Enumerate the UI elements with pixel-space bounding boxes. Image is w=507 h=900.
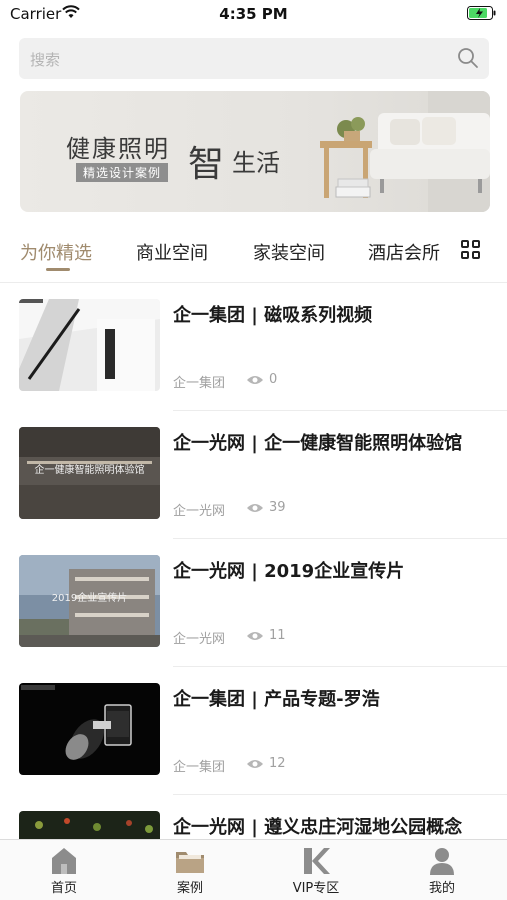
- feed-item-title[interactable]: 企一光网 | 2019企业宣传片: [173, 557, 503, 583]
- tabbar-cases-label: 案例: [176, 881, 203, 896]
- tabbar-vip-label: VIP专区: [292, 881, 340, 896]
- clock: 4:35 PM: [219, 5, 288, 23]
- eye-icon: [247, 376, 263, 384]
- status-bar: Carrier 4:35 PM: [0, 0, 507, 28]
- tabbar-vip[interactable]: VIP专区: [253, 840, 379, 900]
- active-tab-indicator: [46, 268, 70, 271]
- feed-item[interactable]: 企一集团 | 产品专题-罗浩 企一集团 12: [0, 667, 507, 795]
- feed-item-title[interactable]: 企一光网 | 企一健康智能照明体验馆: [173, 429, 503, 455]
- search-icon[interactable]: [457, 47, 479, 69]
- tabbar-profile[interactable]: 我的: [379, 840, 505, 900]
- thumbnail-caption: 企一健康智能照明体验馆: [34, 465, 145, 476]
- tabbar-cases[interactable]: 案例: [127, 840, 253, 900]
- feed-item[interactable]: 企一光网 | 遵义忠庄河湿地公园概念: [0, 795, 507, 839]
- banner-sofa-illustration: [320, 91, 490, 212]
- feed-item-views: 39: [269, 500, 286, 515]
- feed-item-source: 企一光网: [173, 632, 226, 647]
- video-thumbnail[interactable]: [19, 683, 160, 775]
- bottom-tab-bar: 首页 案例 VIP专区 我的: [0, 839, 507, 900]
- grid-menu-icon[interactable]: [461, 240, 481, 260]
- folder-icon: [176, 852, 204, 873]
- tab-hotel-club[interactable]: 酒店会所: [368, 239, 440, 265]
- category-tabs: 为你精选 商业空间 家装空间 酒店会所: [0, 230, 507, 274]
- eye-icon: [247, 760, 263, 768]
- tabbar-home[interactable]: 首页: [1, 840, 127, 900]
- tab-clip: 酒店会所: [368, 230, 441, 270]
- battery-charging-icon: [467, 6, 496, 20]
- tabbar-home-label: 首页: [50, 881, 77, 896]
- tab-commercial[interactable]: 商业空间: [136, 239, 208, 265]
- feed-item[interactable]: 2019企业宣传片 企一光网 | 2019企业宣传片 企一光网 11: [0, 539, 507, 667]
- tab-featured[interactable]: 为你精选: [20, 239, 92, 265]
- feed-item-title[interactable]: 企一集团 | 产品专题-罗浩: [173, 685, 503, 711]
- eye-icon: [247, 504, 263, 512]
- video-feed: 企一集团 | 磁吸系列视频 企一集团 0 企一健康智能照明体验馆 企一光网 | …: [0, 283, 507, 839]
- feed-item-views: 12: [269, 756, 286, 771]
- video-thumbnail[interactable]: 企一健康智能照明体验馆: [19, 427, 160, 519]
- feed-item-source: 企一光网: [173, 504, 226, 519]
- banner-big-char: 智: [188, 144, 225, 185]
- feed-item-source: 企一集团: [173, 760, 226, 775]
- feed-item-title[interactable]: 企一光网 | 遵义忠庄河湿地公园概念: [173, 813, 503, 839]
- feed-item-source: 企一集团: [173, 376, 226, 391]
- banner-life: 生活: [232, 149, 280, 177]
- search-input[interactable]: 搜索: [30, 49, 60, 70]
- profile-icon: [430, 848, 454, 875]
- search-bar[interactable]: 搜索: [19, 38, 489, 79]
- thumbnail-caption: 2019企业宣传片: [51, 593, 128, 604]
- video-thumbnail[interactable]: [19, 299, 160, 391]
- banner-title: 健康照明: [66, 135, 170, 163]
- tabbar-profile-label: 我的: [428, 881, 455, 896]
- vip-logo-icon: [304, 848, 330, 874]
- home-icon: [52, 848, 76, 874]
- video-thumbnail[interactable]: [19, 811, 160, 839]
- feed-item-views: 0: [269, 372, 278, 387]
- banner-subtitle: 精选设计案例: [76, 163, 169, 182]
- eye-icon: [247, 632, 263, 640]
- feed-item-title[interactable]: 企一集团 | 磁吸系列视频: [173, 301, 503, 327]
- tab-home-decor[interactable]: 家装空间: [253, 239, 325, 265]
- video-thumbnail[interactable]: 2019企业宣传片: [19, 555, 160, 647]
- feed-item-views: 11: [269, 628, 286, 643]
- promo-banner[interactable]: 健康照明 精选设计案例 智 生活: [20, 91, 490, 212]
- feed-item[interactable]: 企一集团 | 磁吸系列视频 企一集团 0: [0, 283, 507, 411]
- feed-item[interactable]: 企一健康智能照明体验馆 企一光网 | 企一健康智能照明体验馆 企一光网 39: [0, 411, 507, 539]
